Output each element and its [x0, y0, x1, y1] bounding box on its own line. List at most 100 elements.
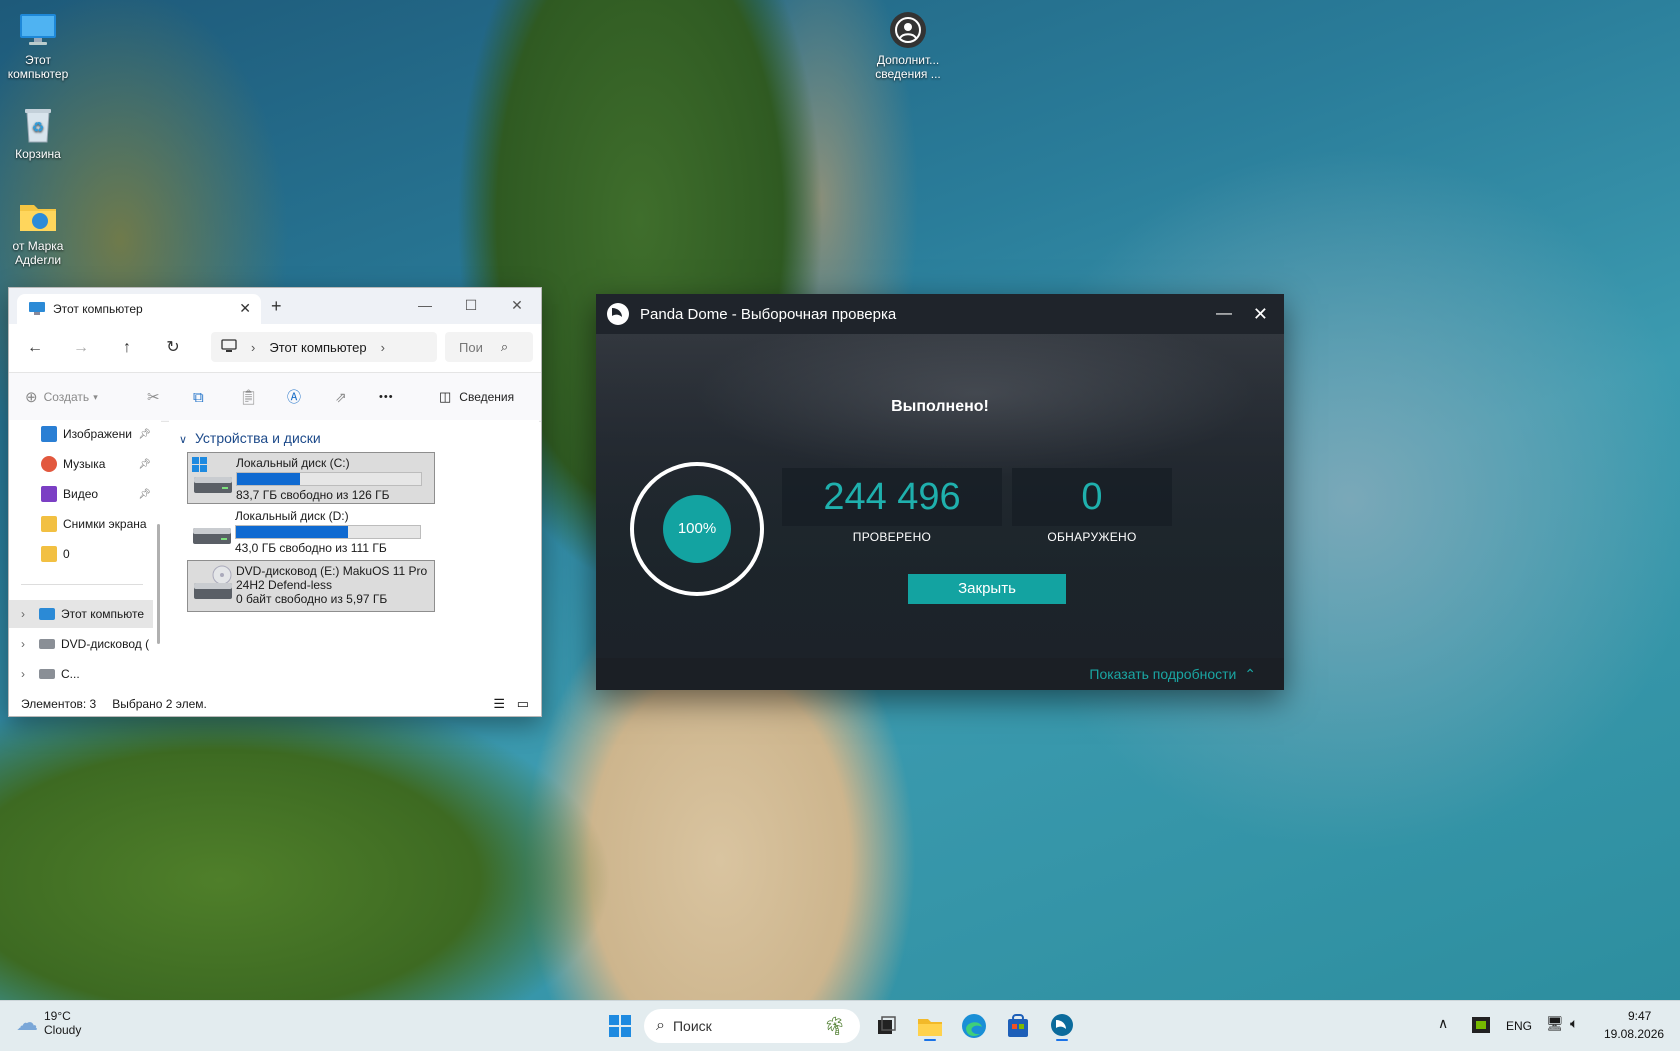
show-details-label: Показать подробности — [1089, 666, 1237, 682]
sidebar-item-music[interactable]: Музыка 📌︎ — [9, 450, 153, 478]
search-input[interactable]: Пои ⌕ — [445, 332, 533, 362]
chevron-right-icon[interactable]: › — [21, 607, 39, 621]
maximize-button[interactable]: ☐ — [451, 292, 491, 318]
share-icon[interactable]: ⇗ — [335, 385, 347, 409]
desktop-icon-recycle-bin[interactable]: ♻ Корзина — [0, 104, 76, 161]
back-arrow-icon[interactable]: ← — [23, 336, 47, 360]
network-icon[interactable]: 🖥︎ — [1546, 1015, 1564, 1032]
found-label: ОБНАРУЖЕНО — [1047, 530, 1137, 544]
sidebar-item-this-pc[interactable]: › Этот компьюте — [9, 600, 153, 628]
volume-icon[interactable]: 🔈︎ — [1570, 1015, 1578, 1032]
checked-count: 244 496 — [823, 476, 961, 518]
progress-ring: 100% — [630, 462, 764, 596]
drive-item-d[interactable]: Локальный диск (D:) 43,0 ГБ свободно из … — [187, 506, 433, 556]
drive-item-dvd[interactable]: DVD-дисковод (E:) MakuOS 11 Pro 24H2 Def… — [187, 560, 435, 612]
drive-free-space: 83,7 ГБ свободно из 126 ГБ — [236, 488, 390, 502]
minimize-button[interactable]: — — [405, 292, 445, 318]
panda-dome-taskbar-icon[interactable] — [1046, 1010, 1078, 1042]
taskbar-search-input[interactable]: ⌕ Поиск 🌴︎ — [644, 1009, 860, 1043]
sidebar-item-pictures[interactable]: Изображени 📌︎ — [9, 420, 153, 448]
details-view-icon[interactable]: ☰ — [493, 696, 505, 712]
found-count: 0 — [1081, 476, 1103, 518]
drive-item-c[interactable]: Локальный диск (C:) 83,7 ГБ свободно из … — [187, 452, 435, 504]
cut-icon[interactable]: ✂ — [147, 385, 160, 409]
pictures-icon — [41, 426, 57, 442]
weather-temp: 19°C — [44, 1009, 71, 1023]
desktop-icon-extra-info[interactable]: Дополнит... сведения ... — [870, 10, 946, 81]
show-hidden-icons-chevron-icon[interactable]: ∧ — [1438, 1015, 1448, 1032]
nvidia-icon[interactable] — [1472, 1017, 1490, 1033]
drive-usage-fill — [237, 473, 300, 485]
new-tab-button[interactable]: + — [271, 296, 282, 317]
sidebar-item-partial[interactable]: › С... — [9, 660, 153, 688]
desktop-icon-this-pc[interactable]: Этот компьютер — [0, 10, 76, 81]
panda-content: Выполнено! 100% 244 496 ПРОВЕРЕНО 0 ОБНА… — [596, 334, 1284, 690]
up-arrow-icon[interactable]: ↑ — [115, 336, 139, 360]
forward-arrow-icon[interactable]: → — [69, 336, 93, 360]
chevron-right-icon[interactable]: › — [381, 340, 385, 355]
taskbar-search-placeholder: Поиск — [672, 1018, 712, 1034]
breadcrumb[interactable]: › Этот компьютер › — [211, 332, 437, 362]
svg-text:♻: ♻ — [32, 119, 45, 135]
close-button[interactable]: ✕ — [1253, 304, 1268, 325]
refresh-icon[interactable]: ↻ — [161, 336, 185, 360]
sidebar-item-label: С... — [61, 667, 80, 681]
navigation-pane[interactable]: Изображени 📌︎ Музыка 📌︎ Видео 📌︎ Снимки … — [9, 420, 161, 692]
drive-free-space: 43,0 ГБ свободно из 111 ГБ — [235, 541, 387, 555]
desktop-icon-folder[interactable]: от Марка Адderли — [0, 196, 76, 267]
search-icon: ⌕ — [656, 1017, 665, 1034]
more-options-button[interactable]: ••• — [379, 385, 394, 409]
breadcrumb-this-pc[interactable]: Этот компьютер — [269, 340, 366, 355]
weather-widget[interactable]: ☁ 19°C Cloudy — [16, 1009, 81, 1037]
close-tab-icon[interactable]: ✕ — [239, 300, 251, 317]
folder-icon — [41, 546, 57, 562]
clock-time[interactable]: 9:47 — [1628, 1009, 1651, 1023]
pin-icon: 📌︎ — [138, 458, 151, 470]
sidebar-item-folder-0[interactable]: 0 — [9, 540, 153, 568]
music-icon — [41, 456, 57, 472]
sidebar-item-label: Этот компьюте — [61, 607, 145, 621]
input-language[interactable]: ENG — [1506, 1019, 1532, 1033]
drive-free-space: 0 байт свободно из 5,97 ГБ — [236, 592, 388, 606]
search-placeholder: Пои — [459, 339, 483, 355]
start-button[interactable] — [604, 1010, 636, 1042]
store-icon[interactable] — [1002, 1010, 1034, 1042]
rename-icon[interactable]: Ⓐ — [287, 385, 301, 409]
task-view-icon[interactable] — [870, 1010, 902, 1042]
pin-icon: 📌︎ — [138, 488, 151, 500]
copy-icon[interactable]: ⧉ — [193, 385, 204, 409]
tab-label: Этот компьютер — [53, 302, 143, 316]
desktop-icon-label: от Марка Адderли — [12, 239, 64, 267]
clock-date[interactable]: 19.08.2026 — [1604, 1027, 1664, 1041]
group-header[interactable]: ∨ Устройства и диски — [179, 430, 321, 446]
drive-name: Локальный диск (D:) — [235, 509, 349, 523]
windows-logo-icon — [609, 1015, 631, 1037]
paste-icon[interactable]: 📋︎ — [239, 385, 258, 409]
dvd-drive-icon — [188, 561, 236, 609]
tab-this-pc[interactable]: Этот компьютер ✕ — [17, 294, 261, 324]
tiles-view-icon[interactable]: ▭ — [517, 696, 529, 712]
close-button[interactable]: ✕ — [497, 292, 537, 318]
status-bar: Элементов: 3 Выбрано 2 элем. ☰ ▭ — [9, 692, 541, 716]
explorer-command-bar: ⊕ Создать ▾ ✂ ⧉ 📋︎ Ⓐ ⇗ ••• ◫ Сведения — [9, 372, 541, 422]
chevron-right-icon[interactable]: › — [21, 667, 39, 681]
videos-icon — [41, 486, 57, 502]
chevron-right-icon[interactable]: › — [21, 637, 39, 651]
taskbar: ☁ 19°C Cloudy ⌕ Поиск 🌴︎ ∧ ENG 🖥︎ 🔈︎ 9:4… — [0, 1000, 1680, 1051]
close-scan-button[interactable]: Закрыть — [908, 574, 1066, 604]
sidebar-item-screenshots[interactable]: Снимки экрана — [9, 510, 153, 538]
sidebar-item-label: Изображени — [63, 427, 132, 441]
file-explorer-icon[interactable] — [914, 1010, 946, 1042]
explorer-titlebar: Этот компьютер ✕ + — ☐ ✕ — [9, 288, 541, 324]
drive-usage-bar — [235, 525, 421, 539]
sidebar-item-dvd[interactable]: › DVD-дисковод ( — [9, 630, 153, 658]
minimize-button[interactable]: — — [1216, 305, 1232, 323]
chevron-down-icon: ∨ — [179, 434, 188, 446]
sidebar-scrollbar[interactable] — [157, 524, 160, 644]
edge-browser-icon[interactable] — [958, 1010, 990, 1042]
show-details-link[interactable]: Показать подробности ⌃ — [1089, 666, 1256, 683]
this-pc-icon — [29, 302, 45, 316]
details-button[interactable]: ◫ Сведения — [439, 385, 514, 409]
create-button[interactable]: ⊕ Создать ▾ — [25, 385, 98, 409]
sidebar-item-videos[interactable]: Видео 📌︎ — [9, 480, 153, 508]
